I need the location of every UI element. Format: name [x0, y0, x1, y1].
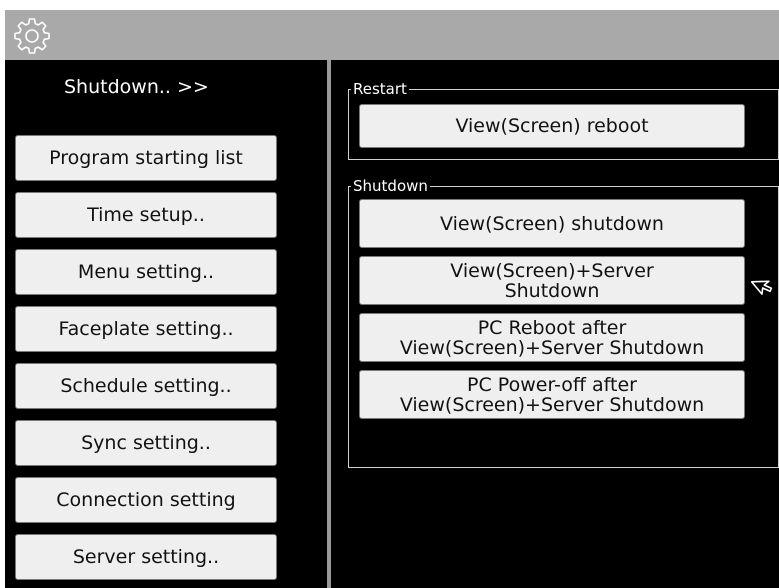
view-screen-reboot-button[interactable]: View(Screen) reboot — [359, 104, 745, 148]
view-screen-reboot-label: View(Screen) reboot — [455, 115, 649, 137]
button-label-line-2: View(Screen)+Server Shutdown — [399, 393, 705, 416]
sidebar-item-connection-setting[interactable]: Connection setting — [15, 477, 277, 523]
sidebar-item-faceplate-setting[interactable]: Faceplate setting.. — [15, 306, 277, 352]
view-screen-server-shutdown-button[interactable]: View(Screen)+Server Shutdown — [359, 256, 745, 305]
title-bar — [5, 10, 779, 60]
sidebar-item-sync-setting[interactable]: Sync setting.. — [15, 420, 277, 466]
shutdown-group-title: Shutdown — [351, 177, 430, 195]
pc-power-off-after-shutdown-button[interactable]: PC Power-off after View(Screen)+Server S… — [359, 370, 745, 419]
view-screen-shutdown-button[interactable]: View(Screen) shutdown — [359, 199, 745, 248]
restart-group-title: Restart — [351, 80, 409, 98]
sidebar-item-program-starting-list[interactable]: Program starting list — [15, 135, 277, 181]
sidebar-item-server-setting[interactable]: Server setting.. — [15, 534, 277, 580]
button-label-line-1: PC Reboot after — [477, 316, 627, 339]
sidebar-item-schedule-setting[interactable]: Schedule setting.. — [15, 363, 277, 409]
sidebar-item-menu-setting[interactable]: Menu setting.. — [15, 249, 277, 295]
sidebar-item-time-setup[interactable]: Time setup.. — [15, 192, 277, 238]
breadcrumb: Shutdown.. >> — [64, 76, 209, 98]
gear-icon[interactable] — [12, 15, 52, 55]
button-label-line-1: View(Screen)+Server — [450, 259, 654, 282]
mouse-cursor-arrow-icon — [750, 280, 773, 295]
view-screen-shutdown-label: View(Screen) shutdown — [440, 212, 664, 235]
button-label-line-2: Shutdown — [504, 279, 600, 302]
button-label-line-1: PC Power-off after — [467, 373, 637, 396]
pc-reboot-after-shutdown-button[interactable]: PC Reboot after View(Screen)+Server Shut… — [359, 313, 745, 362]
button-label-line-2: View(Screen)+Server Shutdown — [399, 336, 705, 359]
